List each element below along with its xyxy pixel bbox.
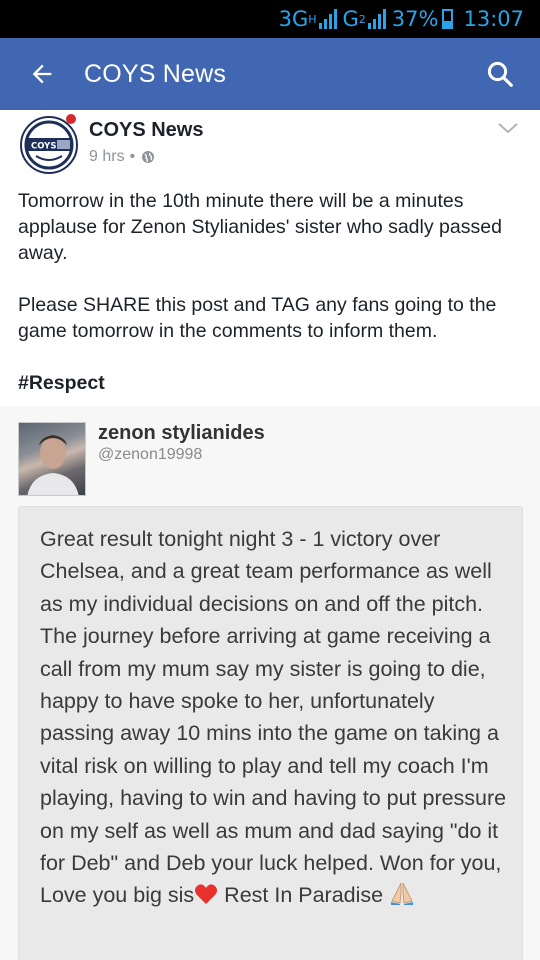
page-name[interactable]: COYS News <box>89 119 203 142</box>
network-g: G2 <box>343 7 386 31</box>
post-image[interactable]: zenon stylianides @zenon19998 Great resu… <box>0 406 540 960</box>
heart-emoji-icon <box>195 884 218 905</box>
network-3g-label: 3G <box>278 7 309 31</box>
praying-hands-emoji-icon <box>391 883 414 906</box>
battery-percent: 37% <box>391 7 439 31</box>
meta-separator: • <box>129 148 136 165</box>
network-g-label: G <box>342 7 359 31</box>
post-meta: 9 hrs • <box>89 148 155 166</box>
embedded-user-handle: @zenon19998 <box>98 446 203 463</box>
clock: 13:07 <box>463 7 524 31</box>
note-text-part-1: Great result tonight night 3 - 1 victory… <box>40 527 507 908</box>
search-icon <box>487 61 513 87</box>
note-text: Great result tonight night 3 - 1 victory… <box>40 523 510 912</box>
post-paragraph-1: Tomorrow in the 10th minute there will b… <box>18 190 502 264</box>
post-header: COYS COYS News 9 hrs • <box>0 110 540 180</box>
post-paragraph-2: Please SHARE this post and TAG any fans … <box>18 294 497 342</box>
network-3g: 3G H <box>279 7 337 31</box>
network-3g-sup: H <box>308 12 317 26</box>
search-button[interactable] <box>478 52 522 96</box>
back-button[interactable] <box>0 38 84 110</box>
status-bar: 3G H G2 37% 13:07 <box>0 0 540 38</box>
profile-photo <box>18 422 86 496</box>
note-text-part-2: Rest In Paradise <box>218 883 390 908</box>
rose-badge-icon <box>66 114 76 124</box>
chevron-down-icon <box>498 123 518 134</box>
app-bar: COYS News <box>0 38 540 110</box>
signal-1-icon <box>318 9 337 29</box>
arrow-left-icon <box>32 64 52 84</box>
svg-text:COYS: COYS <box>31 142 56 152</box>
note-box: Great result tonight night 3 - 1 victory… <box>18 506 523 960</box>
hashtag-link[interactable]: #Respect <box>18 370 523 396</box>
post-options-button[interactable] <box>496 118 520 138</box>
person-photo-icon <box>27 435 79 495</box>
post-time[interactable]: 9 hrs <box>89 148 125 166</box>
signal-2-icon <box>367 9 386 29</box>
globe-icon <box>142 151 155 163</box>
embedded-user-name: zenon stylianides <box>98 422 265 444</box>
network-g-sup: 2 <box>358 12 366 26</box>
battery-icon <box>442 9 454 29</box>
post-body: Tomorrow in the 10th minute there will b… <box>18 188 523 422</box>
coys-logo-icon: COYS <box>23 119 75 171</box>
app-title: COYS News <box>84 59 227 88</box>
